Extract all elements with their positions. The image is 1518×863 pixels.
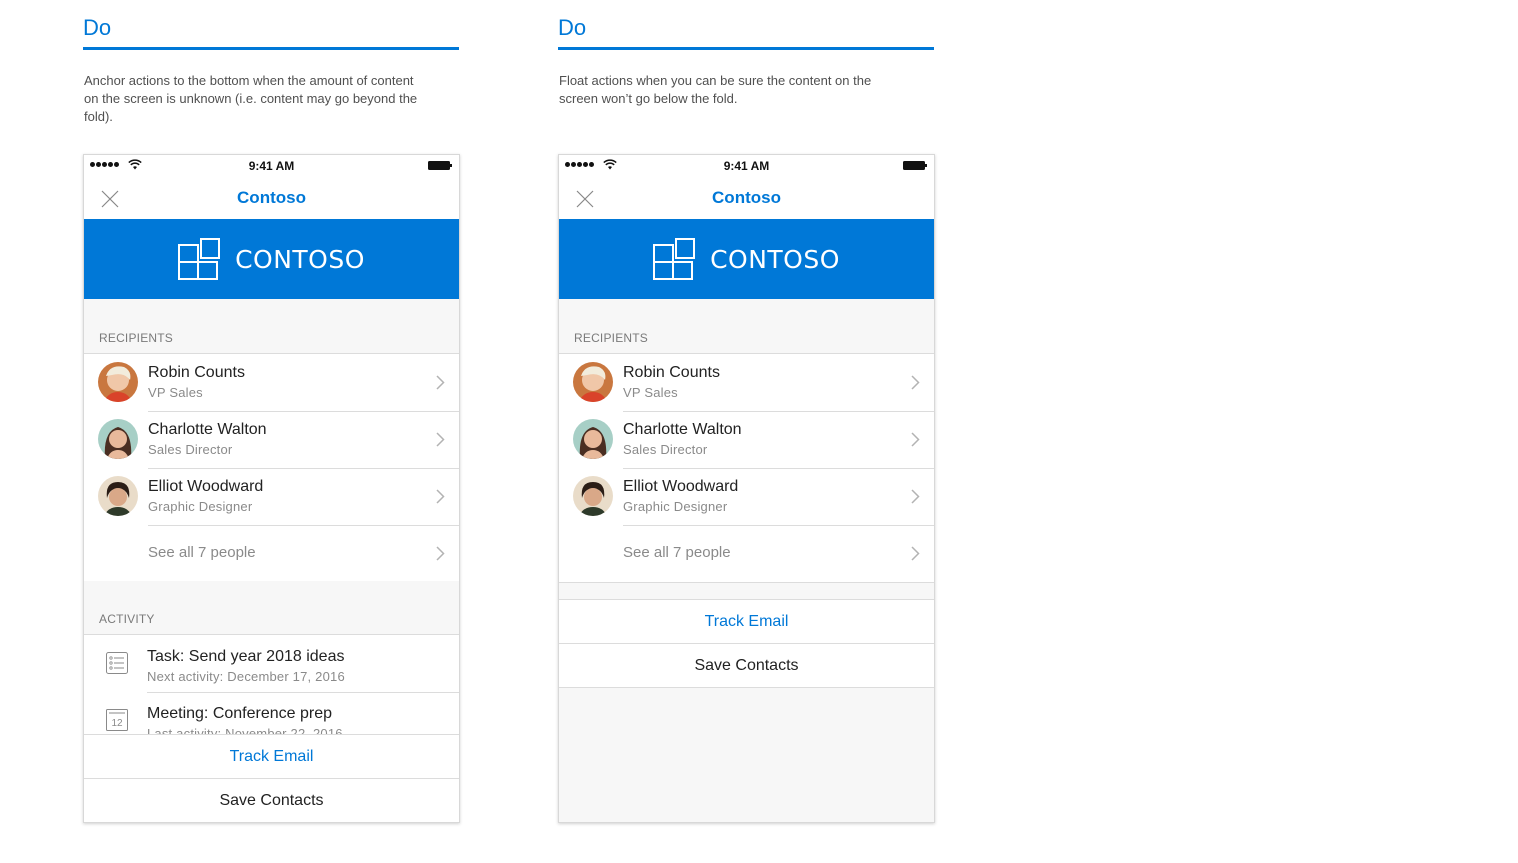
chevron-right-icon [436,375,445,390]
banner-brand-text: CONTOSO [235,244,365,274]
recipient-title: VP Sales [623,385,678,400]
panel-description: Anchor actions to the bottom when the am… [84,73,418,124]
recipient-row[interactable]: Charlotte Walton Sales Director [84,411,459,468]
recipient-name: Charlotte Walton [148,421,267,438]
chevron-right-icon [911,489,920,504]
avatar [573,362,613,402]
recipients-header-label: RECIPIENTS [574,331,649,345]
panel-heading: Do [83,15,112,40]
panel-heading: Do [558,15,587,40]
activity-row[interactable]: 12 Meeting: Conference prep Last activit… [84,692,459,735]
avatar [98,419,138,459]
activity-date: Next activity: December 17, 2016 [147,669,345,684]
track-email-button[interactable]: Track Email [559,599,934,643]
contoso-logo-icon [653,238,696,280]
phone-mockup: 9:41 AM Contoso CONTOSO RECIPIENTS Robin… [558,154,935,823]
battery-icon [903,161,927,170]
activity-row[interactable]: Task: Send year 2018 ideas Next activity… [84,635,459,692]
recipient-name: Charlotte Walton [623,421,742,438]
recipient-title: VP Sales [148,385,203,400]
recipient-row[interactable]: Elliot Woodward Graphic Designer [559,468,934,525]
recipient-name: Robin Counts [148,364,245,381]
recipient-name: Elliot Woodward [148,478,264,495]
recipients-header-label: RECIPIENTS [99,331,174,345]
recipient-name: Robin Counts [623,364,720,381]
calendar-icon: 12 [106,709,128,731]
recipient-title: Graphic Designer [148,499,253,514]
status-time: 9:41 AM [248,159,295,173]
activity-title: Task: Send year 2018 ideas [147,648,345,665]
brand-banner: CONTOSO [559,219,934,299]
save-contacts-button[interactable]: Save Contacts [84,778,459,822]
avatar [98,476,138,516]
recipient-name: Elliot Woodward [623,478,739,495]
save-contacts-button[interactable]: Save Contacts [559,643,934,687]
task-list-icon [106,652,128,674]
nav-bar: Contoso [84,177,459,219]
chevron-right-icon [436,432,445,447]
recipient-row[interactable]: Charlotte Walton Sales Director [559,411,934,468]
avatar [573,419,613,459]
chevron-right-icon [911,432,920,447]
nav-bar: Contoso [559,177,934,219]
see-all-people-row[interactable]: See all 7 people [84,525,459,582]
activity-header: ACTIVITY [84,581,459,634]
see-all-people-row[interactable]: See all 7 people [559,525,934,582]
battery-icon [428,161,452,170]
chevron-right-icon [911,546,920,561]
recipient-row[interactable]: Robin Counts VP Sales [559,354,934,411]
track-email-button[interactable]: Track Email [84,734,459,778]
heading-divider [83,47,459,50]
recipient-title: Graphic Designer [623,499,728,514]
status-bar: 9:41 AM [559,155,934,177]
recipients-header: RECIPIENTS [84,299,459,353]
contoso-logo-icon [178,238,221,280]
activity-header-label: ACTIVITY [99,612,155,626]
recipient-title: Sales Director [623,442,708,457]
recipients-header: RECIPIENTS [559,299,934,353]
banner-brand-text: CONTOSO [710,244,840,274]
chevron-right-icon [436,546,445,561]
status-time: 9:41 AM [723,159,770,173]
calendar-day-text: 12 [111,718,123,729]
activity-title: Meeting: Conference prep [147,705,332,722]
see-all-people-link: See all 7 people [148,544,256,561]
avatar [573,476,613,516]
recipient-title: Sales Director [148,442,233,457]
floating-action-bar: Track Email Save Contacts [559,599,934,688]
nav-title: Contoso [712,188,781,207]
panel-description: Float actions when you can be sure the c… [559,73,872,106]
recipient-row[interactable]: Elliot Woodward Graphic Designer [84,468,459,525]
recipient-row[interactable]: Robin Counts VP Sales [84,354,459,411]
heading-divider [558,47,934,50]
phone-mockup: 9:41 AM Contoso CONTOSO RECIPIENTS Robin… [83,154,460,823]
status-bar: 9:41 AM [84,155,459,177]
chevron-right-icon [911,375,920,390]
activity-list: Task: Send year 2018 ideas Next activity… [84,634,459,735]
brand-banner: CONTOSO [84,219,459,299]
anchored-action-bar: Track Email Save Contacts [84,734,459,822]
recipients-list: Robin Counts VP Sales Charlotte Walton S… [84,353,459,583]
nav-title: Contoso [237,188,306,207]
recipients-list: Robin Counts VP Sales Charlotte Walton S… [559,353,934,583]
see-all-people-link: See all 7 people [623,544,731,561]
chevron-right-icon [436,489,445,504]
avatar [98,362,138,402]
